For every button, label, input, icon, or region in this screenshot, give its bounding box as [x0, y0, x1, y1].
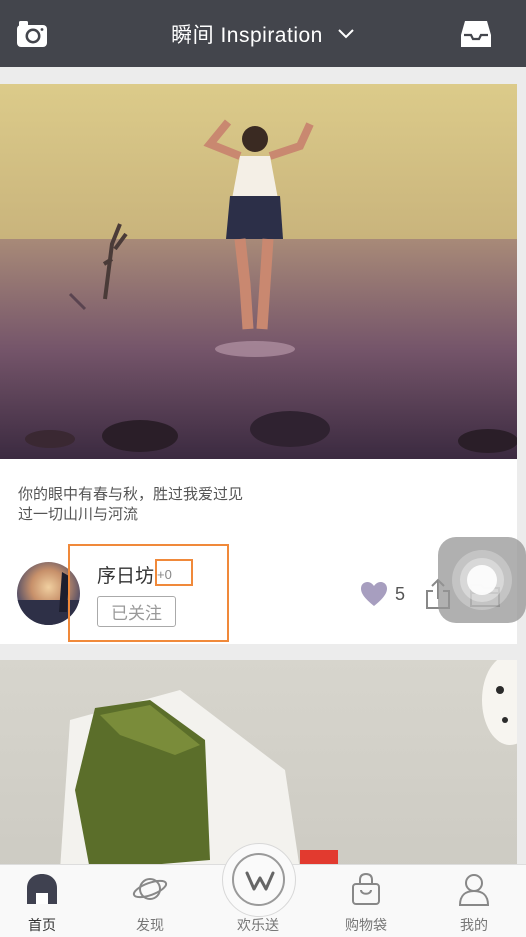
highlight-box-plus: [155, 559, 193, 586]
like-count: 5: [395, 584, 406, 604]
home-icon: [27, 874, 57, 904]
heart-icon[interactable]: [360, 581, 388, 607]
person-icon: [458, 874, 490, 906]
tab-home[interactable]: 首页: [2, 865, 82, 937]
post-photo-2: [60, 660, 517, 870]
bag-icon: [352, 872, 380, 905]
float-ring-inner: [467, 565, 497, 595]
inbox-icon[interactable]: [460, 19, 492, 49]
chevron-down-icon: [338, 28, 354, 38]
w-logo-icon: [245, 871, 275, 891]
tab-me-label: 我的: [460, 917, 488, 933]
top-bar: 瞬间 Inspiration: [0, 0, 526, 67]
tab-home-label: 首页: [28, 917, 56, 933]
highlight-box-user: [68, 544, 229, 642]
tab-discover-label: 发现: [136, 917, 164, 933]
tab-me[interactable]: 我的: [434, 865, 514, 937]
caption-line-1: 你的眼中有春与秋，胜过我爱过见: [18, 486, 244, 503]
planet-icon: [132, 878, 168, 900]
post-photo-scene: [0, 84, 517, 459]
tab-discover[interactable]: 发现: [110, 865, 190, 937]
post-caption: 你的眼中有春与秋，胜过我爱过见 过一切山川与河流: [18, 485, 488, 525]
post-photo[interactable]: [0, 84, 517, 459]
tab-bag-label: 购物袋: [345, 917, 387, 933]
happy-send-button[interactable]: [222, 843, 296, 917]
caption-line-2: 过一切山川与河流: [18, 506, 139, 523]
page-title[interactable]: 瞬间 Inspiration: [0, 0, 526, 67]
post-card-2[interactable]: [0, 660, 517, 870]
tab-happy-send-label: 欢乐送: [237, 917, 279, 933]
page-title-text: 瞬间 Inspiration: [171, 23, 323, 47]
floating-assistive-button[interactable]: [438, 537, 526, 623]
tab-bag[interactable]: 购物袋: [326, 865, 406, 937]
